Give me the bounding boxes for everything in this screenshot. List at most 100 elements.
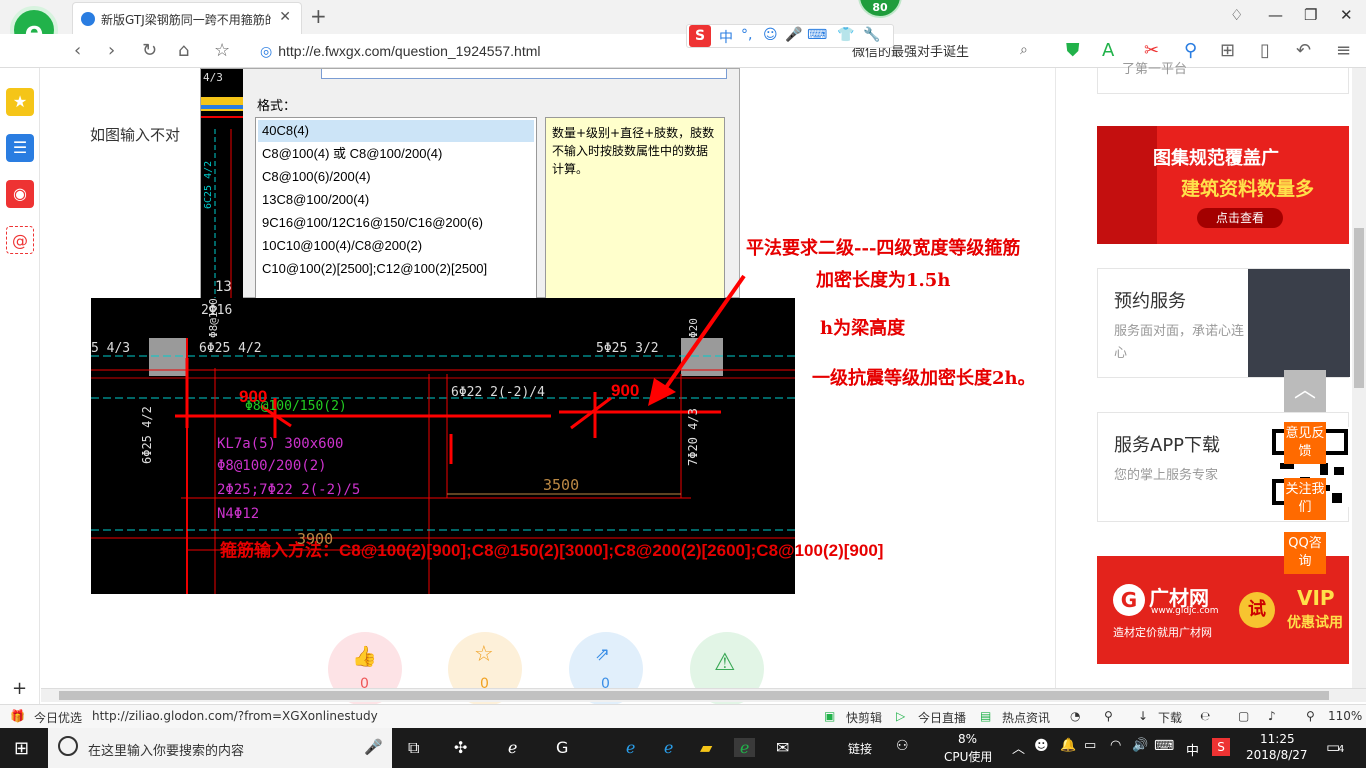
format-list-item[interactable]: C8@100(6)/200(4) bbox=[258, 166, 534, 188]
keyboard-icon[interactable]: ⌨ bbox=[1154, 738, 1174, 754]
live-link[interactable]: 今日直播 bbox=[918, 709, 966, 726]
language-indicator[interactable]: 中 bbox=[1186, 740, 1199, 759]
live-icon[interactable]: ▷ bbox=[896, 709, 905, 723]
ime-skin-icon[interactable]: 👕 bbox=[837, 27, 854, 43]
vertical-scroll-thumb[interactable] bbox=[1354, 228, 1364, 388]
sound-icon[interactable]: ♪ bbox=[1268, 709, 1276, 723]
skin-icon[interactable]: ♢ bbox=[1230, 6, 1243, 24]
ime-punct-icon[interactable]: °, bbox=[741, 27, 752, 43]
browser-active-icon[interactable]: ℯ bbox=[734, 738, 756, 757]
ime-emoji-icon[interactable]: ☺ bbox=[763, 27, 778, 43]
download-icon[interactable]: ↓ bbox=[1138, 709, 1148, 723]
sidebar-weibo-icon[interactable]: ◉ bbox=[6, 180, 34, 208]
ad-standards[interactable]: 图集规范覆盖广 建筑资料数量多 点击查看 bbox=[1097, 126, 1349, 244]
tray-network-icon[interactable]: ▭ bbox=[1084, 738, 1096, 753]
ad-appointment[interactable]: 预约服务 服务面对面，承诺心连心 bbox=[1097, 268, 1350, 378]
new-tab-button[interactable]: + bbox=[310, 4, 327, 28]
taskbar-link-label[interactable]: 链接 bbox=[848, 740, 872, 757]
horizontal-scroll-thumb[interactable] bbox=[59, 691, 1329, 700]
ime-tool-icon[interactable]: 🔧 bbox=[863, 27, 880, 43]
sidebar-mail-icon[interactable]: @ bbox=[6, 226, 34, 254]
sogou-tray-icon[interactable]: S bbox=[1212, 738, 1230, 756]
task-view-icon[interactable]: ⧉ bbox=[408, 738, 419, 758]
format-list[interactable]: 40C8(4) C8@100(4) 或 C8@100/200(4) C8@100… bbox=[255, 117, 537, 299]
people-icon[interactable]: ⚇ bbox=[896, 738, 909, 754]
ie-icon[interactable]: ℮ bbox=[1200, 709, 1210, 723]
tray-app-icon[interactable]: ☻ bbox=[1034, 738, 1049, 754]
ime-keyboard-icon[interactable]: ⌨ bbox=[807, 27, 827, 43]
format-list-item[interactable]: 13C8@100/200(4) bbox=[258, 189, 534, 211]
format-list-item[interactable]: C8@100(4) 或 C8@100/200(4) bbox=[258, 143, 534, 165]
volume-icon[interactable]: 🔊 bbox=[1132, 738, 1148, 753]
browser-tab[interactable]: 新版GTJ梁钢筋同一跨不用箍筋的 ✕ bbox=[72, 2, 302, 34]
format-list-item[interactable]: 10C10@100(4)/C8@200(2) bbox=[258, 235, 534, 257]
mail-icon[interactable]: ✉ bbox=[776, 738, 789, 757]
back-icon[interactable]: ‹ bbox=[74, 40, 81, 61]
cpu-label: CPU使用 bbox=[944, 750, 993, 764]
stirrup-input-field[interactable] bbox=[321, 69, 727, 79]
shield-icon[interactable]: ⛊ bbox=[1066, 40, 1080, 61]
fan-app-icon[interactable]: ✣ bbox=[454, 738, 467, 757]
format-list-item[interactable]: 40C8(4) bbox=[258, 120, 534, 142]
cad-strip: 4/3 6C25 4/2 13 bbox=[201, 69, 243, 299]
sidebar-favorites-icon[interactable]: ★ bbox=[6, 88, 34, 116]
clock-date[interactable]: 2018/8/27 bbox=[1246, 748, 1308, 762]
vertical-scrollbar[interactable] bbox=[1352, 68, 1366, 688]
zoom-icon[interactable]: ⚲ bbox=[1306, 709, 1315, 723]
home-icon[interactable]: ⌂ bbox=[178, 40, 189, 61]
refresh-icon[interactable]: ↻ bbox=[142, 40, 157, 61]
clip-icon[interactable]: ▣ bbox=[824, 709, 835, 723]
favorite-star-icon[interactable]: ☆ bbox=[214, 40, 230, 61]
restore-button[interactable]: ❐ bbox=[1304, 6, 1317, 24]
sidebar-add-icon[interactable]: + bbox=[12, 678, 27, 699]
app-g-icon[interactable]: G bbox=[556, 738, 568, 757]
file-explorer-icon[interactable]: ▰ bbox=[700, 738, 712, 757]
download-link[interactable]: 下载 bbox=[1158, 709, 1182, 726]
address-bar[interactable]: ◎ http://e.fwxgx.com/question_1924557.htm… bbox=[260, 40, 690, 62]
close-window-button[interactable]: ✕ bbox=[1340, 6, 1353, 24]
gift-icon[interactable]: 🎁 bbox=[10, 709, 25, 723]
window-icon[interactable]: ▢ bbox=[1238, 709, 1249, 723]
zoom-level[interactable]: 110% bbox=[1328, 709, 1362, 723]
clip-link[interactable]: 快剪辑 bbox=[846, 709, 882, 726]
sogou-icon[interactable]: S bbox=[689, 25, 711, 47]
speed-icon[interactable]: ◔ bbox=[1070, 709, 1080, 723]
pin-icon[interactable]: ⚲ bbox=[1104, 709, 1113, 723]
browser-e-icon[interactable]: ℯ bbox=[508, 738, 517, 757]
windows-start-icon[interactable]: ⊞ bbox=[14, 738, 29, 759]
phone-icon[interactable]: ▯ bbox=[1260, 40, 1270, 61]
today-picks-link[interactable]: 今日优选 bbox=[34, 709, 82, 726]
undo-icon[interactable]: ↶ bbox=[1296, 40, 1311, 61]
minimize-button[interactable]: — bbox=[1268, 6, 1283, 24]
format-list-item[interactable]: C10@100(2)[2500];C12@100(2)[2500] bbox=[258, 258, 534, 280]
format-list-item[interactable]: 9C16@100/12C16@150/C16@200(6) bbox=[258, 212, 534, 234]
edge-icon[interactable]: ℯ bbox=[626, 738, 635, 757]
top-card-text: 了第一平台 bbox=[1122, 62, 1188, 77]
ime-voice-icon[interactable]: 🎤 bbox=[785, 27, 802, 43]
tray-bell-icon[interactable]: 🔔 bbox=[1060, 738, 1076, 753]
ime-mode-icon[interactable]: 中 bbox=[719, 27, 733, 47]
qq-consult-button[interactable]: QQ咨询 bbox=[1284, 532, 1326, 574]
microphone-icon[interactable]: 🎤 bbox=[364, 738, 383, 756]
left-sidebar: ★ ☰ ◉ @ + bbox=[0, 68, 40, 708]
ad-standards-button[interactable]: 点击查看 bbox=[1197, 208, 1283, 228]
clock-time[interactable]: 11:25 bbox=[1260, 732, 1295, 746]
forward-icon[interactable]: › bbox=[108, 40, 115, 61]
back-to-top-button[interactable]: ︿ bbox=[1284, 370, 1326, 412]
tab-close-icon[interactable]: ✕ bbox=[279, 9, 291, 25]
news-icon[interactable]: ▤ bbox=[980, 709, 991, 723]
translate-icon[interactable]: A bbox=[1102, 40, 1114, 61]
tray-expand-icon[interactable]: ︿ bbox=[1012, 738, 1025, 757]
feedback-button[interactable]: 意见反馈 bbox=[1284, 422, 1326, 464]
ie-taskbar-icon[interactable]: ℯ bbox=[664, 738, 673, 757]
taskbar-search-box[interactable]: 在这里输入你要搜索的内容 🎤 bbox=[48, 728, 392, 768]
search-icon[interactable]: ⌕ bbox=[1020, 42, 1028, 58]
news-link[interactable]: 热点资讯 bbox=[1002, 709, 1050, 726]
follow-us-button[interactable]: 关注我们 bbox=[1284, 478, 1326, 520]
sidebar-list-icon[interactable]: ☰ bbox=[6, 134, 34, 162]
top-card[interactable]: 了第一平台 bbox=[1097, 62, 1349, 94]
apps-icon[interactable]: ⊞ bbox=[1220, 40, 1235, 61]
wifi-icon[interactable]: ◠ bbox=[1110, 738, 1121, 753]
menu-icon[interactable]: ≡ bbox=[1336, 40, 1351, 61]
horizontal-scrollbar[interactable] bbox=[41, 688, 1366, 702]
